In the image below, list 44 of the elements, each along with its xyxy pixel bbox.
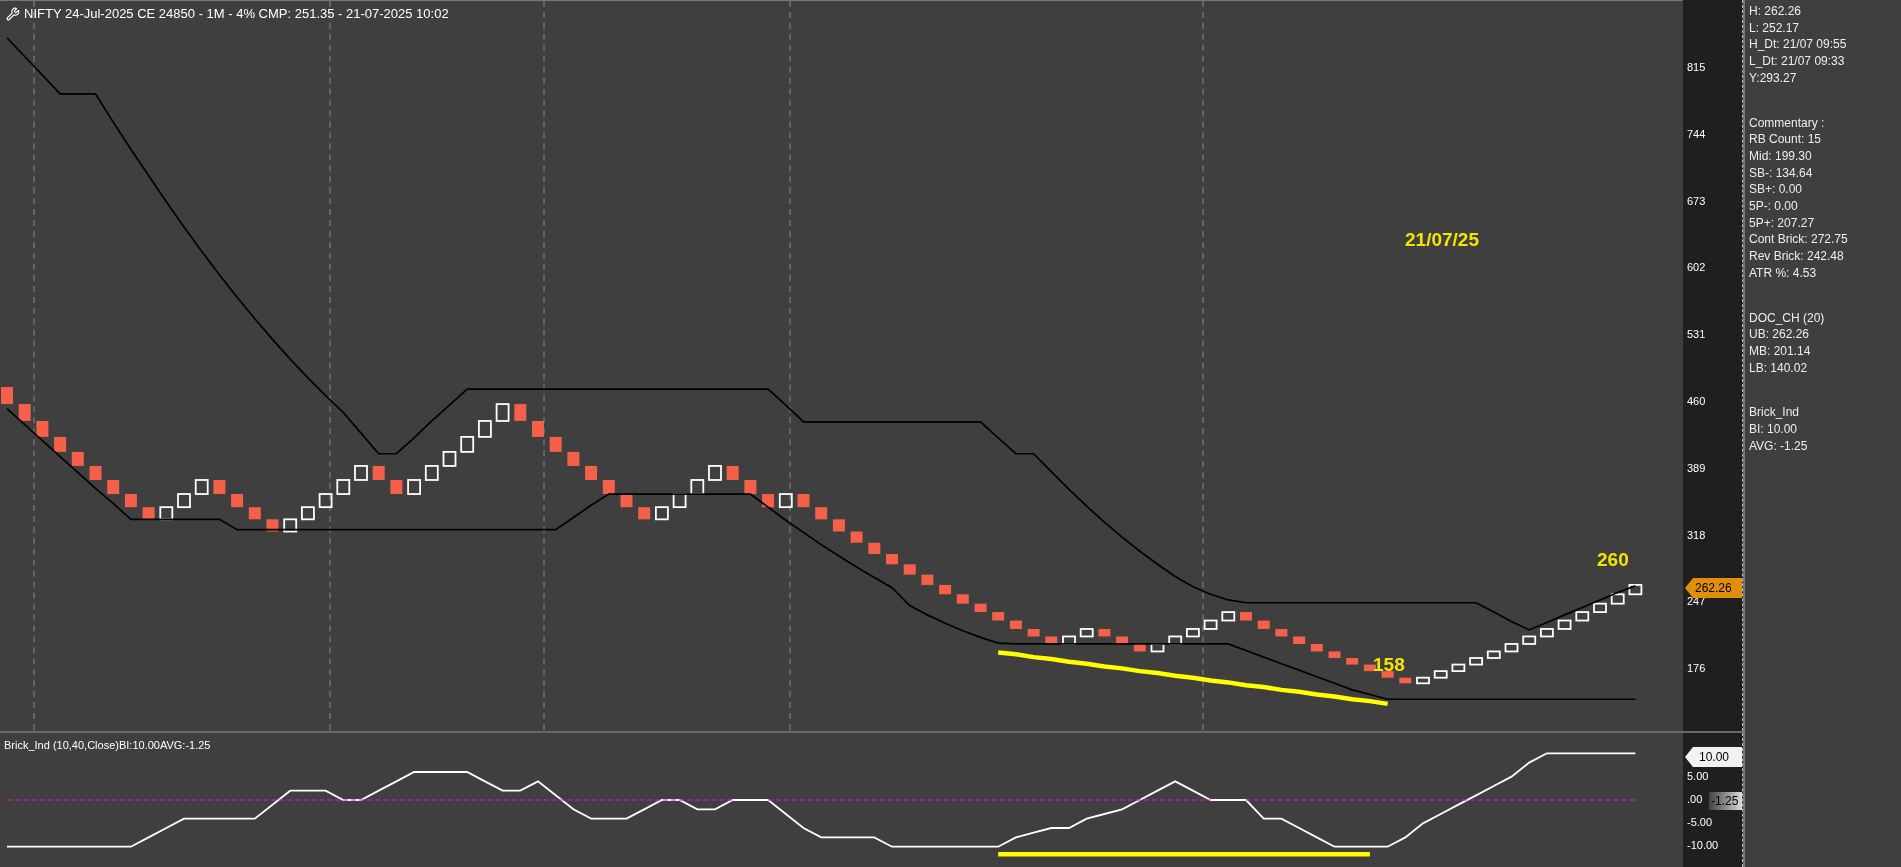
info-line: Mid: 199.30: [1749, 147, 1813, 165]
wrench-icon[interactable]: [6, 6, 20, 21]
info-line: Commentary :: [1749, 114, 1826, 132]
info-line: AVG: -1.25: [1749, 437, 1809, 455]
info-line: MB: 201.14: [1749, 342, 1812, 360]
info-line: DOC_CH (20): [1749, 309, 1826, 327]
axis-tick-label: 460: [1687, 393, 1706, 408]
chart-annotation: 158: [1373, 653, 1405, 677]
chart-title: NIFTY 24-Jul-2025 CE 24850 - 1M - 4% CMP: 251.35 - 21-07-2025 10:02: [24, 5, 449, 23]
chart-annotation: 260: [1597, 548, 1629, 572]
info-line: BI: 10.00: [1749, 421, 1799, 438]
info-line: Y:293.27: [1749, 69, 1798, 87]
value-tag: 10.00: [1685, 747, 1742, 767]
info-line: 5P+: 207.27: [1749, 214, 1816, 232]
axis-tick-label: 815: [1687, 60, 1706, 74]
axis-tick-label: 318: [1687, 527, 1706, 542]
info-line: SB-: 134.64: [1749, 164, 1814, 182]
axis-tick-label: 531: [1687, 327, 1706, 342]
info-line: ATR %: 4.53: [1749, 264, 1818, 282]
info-line: H_Dt: 21/07 09:55: [1749, 36, 1848, 54]
average-tag: -1.25: [1709, 792, 1742, 810]
indicator-title: Brick_Ind (10,40,Close)BI:10.00AVG:-1.25: [4, 738, 211, 753]
axis-tick-label: -10.00: [1687, 838, 1719, 852]
axis-tick-label: 5.00: [1687, 769, 1709, 783]
axis-tick-label: 744: [1687, 126, 1706, 141]
axis-tick-label: 389: [1687, 460, 1706, 475]
info-line: L_Dt: 21/07 09:33: [1749, 53, 1846, 70]
info-line: SB+: 0.00: [1749, 181, 1804, 199]
info-line: LB: 140.02: [1749, 359, 1809, 377]
axis-tick-label: 176: [1687, 661, 1706, 676]
axis-tick-label: 673: [1687, 193, 1706, 208]
info-line: H: 262.26: [1749, 3, 1803, 20]
info-line: L: 252.17: [1749, 19, 1801, 37]
info-line: Rev Brick: 242.48: [1749, 248, 1845, 265]
info-line: 5P-: 0.00: [1749, 198, 1799, 215]
info-line: Brick_Ind: [1749, 404, 1801, 422]
info-line: UB: 262.26: [1749, 326, 1811, 343]
axis-tick-label: -5.00: [1687, 815, 1713, 829]
info-line: Cont Brick: 272.75: [1749, 231, 1849, 249]
price-tag: 262.26: [1685, 578, 1742, 598]
axis-tick-label: .00: [1687, 792, 1703, 806]
chart-annotation: 21/07/25: [1405, 228, 1479, 252]
axis-tick-label: 602: [1687, 260, 1706, 275]
info-line: RB Count: 15: [1749, 131, 1823, 148]
